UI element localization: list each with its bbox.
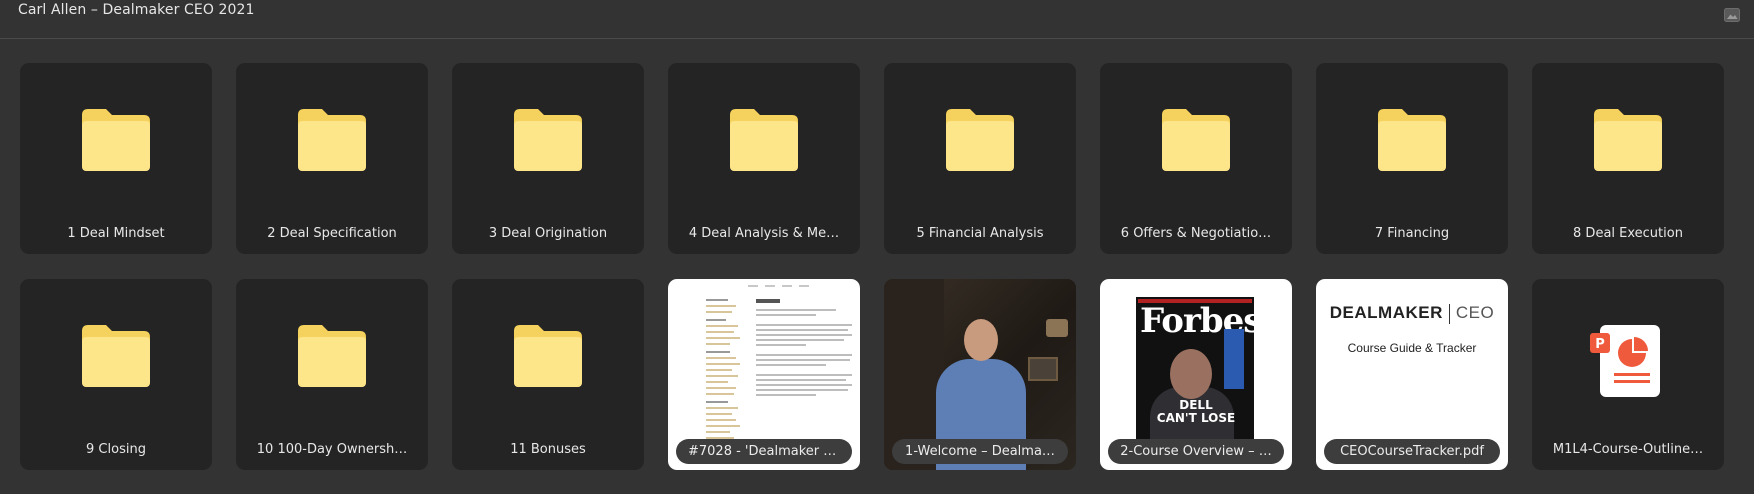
window-title: Carl Allen – Dealmaker CEO 2021 [18,2,255,18]
folder-tile[interactable]: 8 Deal Execution [1532,63,1724,254]
folder-label: 3 Deal Origination [488,226,608,241]
folder-icon [1162,109,1230,171]
folder-tile[interactable]: 2 Deal Specification [236,63,428,254]
file-label: 2-Course Overview – … [1108,439,1284,464]
folder-label: 2 Deal Specification [267,226,397,241]
folder-tile[interactable]: 1 Deal Mindset [20,63,212,254]
video-tile[interactable]: 1-Welcome – Dealma… [884,279,1076,470]
folder-tile[interactable]: 3 Deal Origination [452,63,644,254]
folder-icon [946,109,1014,171]
folder-icon [514,325,582,387]
folder-tile[interactable]: 4 Deal Analysis & Me… [668,63,860,254]
title-bar: Carl Allen – Dealmaker CEO 2021 [0,0,1754,39]
tracker-brand: DEALMAKER CEO [1329,303,1495,324]
file-label: CEOCourseTracker.pdf [1324,439,1500,464]
folder-tile[interactable]: 11 Bonuses [452,279,644,470]
file-label: 1-Welcome – Dealma… [892,439,1068,464]
folder-icon [1594,109,1662,171]
image-tile[interactable]: Forbes DELL CAN'T LOSE 2-Course Overview… [1100,279,1292,470]
folder-icon [82,325,150,387]
folder-icon [82,109,150,171]
folder-icon [514,109,582,171]
folder-label: 9 Closing [86,442,146,457]
pdf-tile[interactable]: DEALMAKER CEO Course Guide & Tracker CEOC… [1316,279,1508,470]
document-tile[interactable]: #7028 - 'Dealmaker C… [668,279,860,470]
folder-tile[interactable]: 10 100-Day Ownersh… [236,279,428,470]
folder-label: 10 100-Day Ownersh… [256,442,408,457]
folder-label: 4 Deal Analysis & Me… [688,226,840,241]
file-label: #7028 - 'Dealmaker C… [676,439,852,464]
folder-icon [730,109,798,171]
folder-label: 7 Financing [1374,226,1450,241]
powerpoint-icon: P [1590,325,1660,397]
folder-label: 5 Financial Analysis [916,226,1044,241]
powerpoint-letter: P [1595,337,1605,352]
pptx-tile[interactable]: P M1L4-Course-Outline… [1532,279,1724,470]
folder-label: 8 Deal Execution [1573,226,1683,241]
folder-icon [1378,109,1446,171]
file-label: M1L4-Course-Outline… [1552,442,1704,457]
folder-label: 1 Deal Mindset [67,226,165,241]
folder-label: 11 Bonuses [510,442,586,457]
image-icon[interactable] [1724,8,1740,22]
file-grid: 1 Deal Mindset 2 Deal Specification 3 De… [20,63,1724,470]
magazine-headline: DELL CAN'T LOSE [1156,398,1236,425]
folder-icon [298,109,366,171]
tracker-subtitle: Course Guide & Tracker [1347,341,1477,355]
folder-tile[interactable]: 7 Financing [1316,63,1508,254]
folder-label: 6 Offers & Negotiatio… [1120,226,1272,241]
folder-tile[interactable]: 5 Financial Analysis [884,63,1076,254]
folder-tile[interactable]: 9 Closing [20,279,212,470]
folder-tile[interactable]: 6 Offers & Negotiatio… [1100,63,1292,254]
folder-icon [298,325,366,387]
